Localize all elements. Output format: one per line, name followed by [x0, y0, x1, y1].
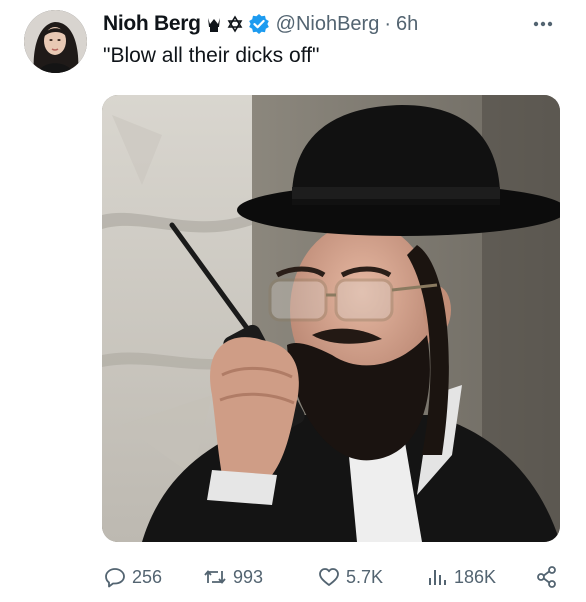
tweet-card: Nioh Berg @NiohBerg · 6h "Blow all their… [0, 0, 586, 602]
share-icon [535, 565, 559, 589]
reply-count: 256 [132, 566, 163, 587]
heart-icon [318, 566, 340, 588]
analytics-icon [426, 566, 448, 588]
tweet-text: "Blow all their dicks off" [103, 44, 320, 67]
views-count: 186K [454, 566, 497, 587]
avatar[interactable] [24, 10, 87, 73]
separator-dot: · [384, 12, 391, 35]
tweet-header: Nioh Berg @NiohBerg · 6h [103, 10, 418, 38]
like-button[interactable]: 5.7K [318, 562, 383, 592]
crown-icon [206, 15, 222, 33]
avatar-image [24, 10, 87, 73]
photo-man-with-radio [102, 95, 560, 542]
reply-icon [104, 566, 126, 588]
verified-badge-icon[interactable] [248, 13, 270, 35]
timestamp[interactable]: 6h [396, 13, 418, 36]
star-of-david-icon [227, 15, 243, 33]
share-button[interactable] [535, 562, 565, 592]
reply-button[interactable]: 256 [104, 562, 162, 592]
tweet-media-image[interactable] [102, 95, 560, 542]
display-name[interactable]: Nioh Berg [103, 12, 201, 36]
views-button[interactable]: 186K [426, 562, 496, 592]
retweet-button[interactable]: 993 [203, 562, 263, 592]
author-handle[interactable]: @NiohBerg [276, 13, 380, 36]
like-count: 5.7K [346, 566, 384, 587]
tweet-actions: 256 993 5.7K 186K [0, 562, 586, 592]
more-options-icon[interactable] [528, 14, 558, 34]
retweet-count: 993 [233, 566, 264, 587]
retweet-icon [203, 566, 227, 588]
previous-content-cutoff [120, 0, 290, 6]
